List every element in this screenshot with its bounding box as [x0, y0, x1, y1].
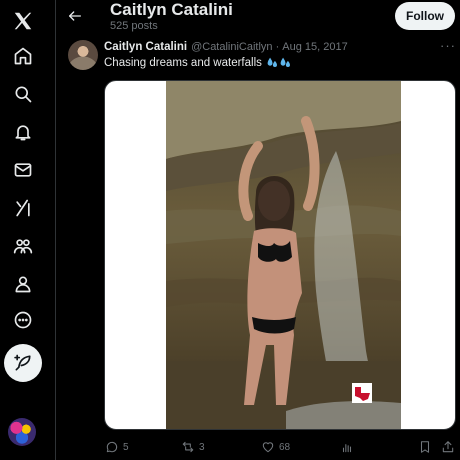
repost-icon [182, 441, 194, 453]
tweet-text-row: Chasing dreams and waterfalls [104, 56, 292, 69]
reply-count: 5 [123, 441, 129, 453]
communities-icon[interactable] [5, 228, 41, 264]
repost-button[interactable]: 3 [181, 437, 205, 457]
like-button[interactable]: 68 [261, 437, 290, 457]
heart-icon [262, 442, 274, 453]
more-options-icon[interactable]: ··· [440, 38, 456, 53]
grok-icon[interactable] [5, 190, 41, 226]
profile-icon[interactable] [5, 266, 41, 302]
profile-name: Caitlyn Catalini [110, 0, 233, 19]
tweet-avatar[interactable] [68, 40, 98, 70]
tweet-header: Caitlyn Catalini @CataliniCaitlyn · Aug … [104, 40, 348, 54]
reply-icon [106, 441, 118, 453]
share-icon [442, 441, 454, 453]
notifications-icon[interactable] [5, 114, 41, 150]
bookmark-icon [420, 441, 430, 453]
feather-plus-icon [14, 354, 31, 371]
tweet-handle[interactable]: @CataliniCaitlyn [191, 41, 272, 53]
tweet-photo [166, 81, 401, 429]
sweat-droplets-emoji [266, 56, 292, 69]
back-button[interactable] [64, 5, 86, 27]
x-logo-icon[interactable] [5, 3, 41, 39]
tweet-author-name[interactable]: Caitlyn Catalini [104, 41, 187, 53]
messages-icon[interactable] [5, 152, 41, 188]
tweet-date[interactable]: Aug 15, 2017 [282, 41, 347, 53]
analytics-icon [342, 444, 352, 453]
views-button[interactable] [340, 437, 354, 457]
photo-illustration [166, 81, 401, 429]
follow-button[interactable]: Follow [395, 2, 455, 30]
tweet-text: Chasing dreams and waterfalls [104, 56, 262, 69]
more-icon[interactable] [5, 302, 41, 338]
nav-rail [0, 0, 56, 460]
tweet-media[interactable] [104, 80, 456, 430]
tweet-separator: · [275, 41, 280, 53]
arrow-left-icon [69, 11, 81, 21]
home-icon[interactable] [5, 38, 41, 74]
reply-button[interactable]: 5 [105, 437, 129, 457]
search-icon[interactable] [5, 76, 41, 112]
repost-count: 3 [199, 441, 205, 453]
account-avatar[interactable] [8, 418, 36, 446]
bookmark-button[interactable] [418, 437, 432, 457]
post-button[interactable] [4, 344, 42, 382]
posts-count: 525 posts [110, 20, 158, 32]
share-button[interactable] [441, 437, 455, 457]
like-count: 68 [279, 441, 291, 453]
